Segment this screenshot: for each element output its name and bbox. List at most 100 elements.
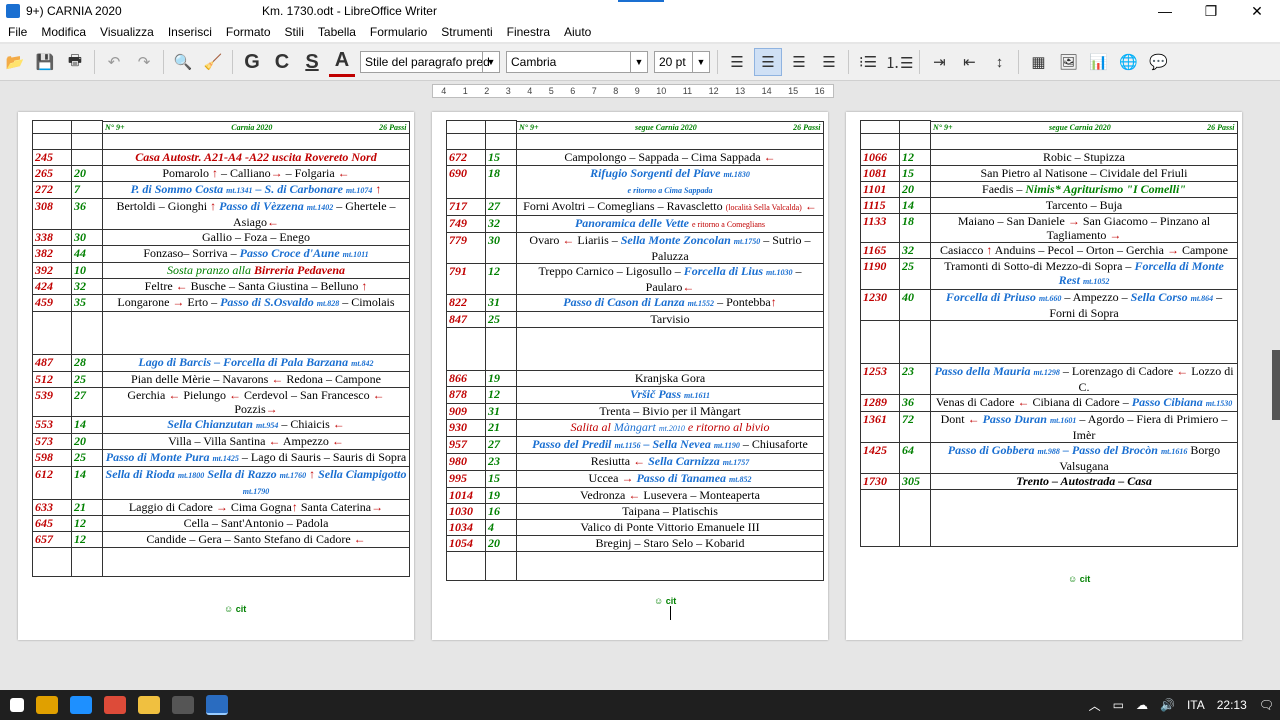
cumulative-km-cell[interactable] — [860, 319, 900, 364]
route-description-cell[interactable] — [102, 132, 410, 150]
cumulative-km-cell[interactable]: 980 — [446, 452, 486, 471]
cumulative-km-cell[interactable]: 272 — [32, 180, 72, 199]
cumulative-km-cell[interactable]: 1030 — [446, 502, 486, 520]
route-description-cell[interactable]: Valico di Ponte Vittorio Emanuele III — [516, 518, 824, 536]
segment-km-cell[interactable]: 36 — [899, 393, 931, 412]
numbered-list-icon[interactable]: ⒈☰ — [885, 49, 913, 75]
maximize-button[interactable]: ❐ — [1188, 0, 1234, 22]
comment-icon[interactable]: 💬 — [1145, 49, 1171, 75]
segment-km-cell[interactable]: 31 — [485, 293, 517, 312]
segment-km-cell[interactable]: 16 — [485, 502, 517, 520]
minimize-button[interactable]: — — [1142, 0, 1188, 22]
route-description-cell[interactable]: Trento – Autostrada – Casa — [930, 472, 1238, 490]
menu-formulario[interactable]: Formulario — [370, 25, 427, 39]
segment-km-cell[interactable]: 27 — [485, 197, 517, 216]
table-row[interactable]: 822 31 Passo di Cason di Lanza mt.1552 – P… — [446, 293, 824, 312]
table-row[interactable]: 1066 12 Robic – Stupizza — [860, 148, 1238, 166]
cumulative-km-cell[interactable]: 1066 — [860, 148, 900, 166]
cumulative-km-cell[interactable]: 512 — [32, 370, 72, 388]
paragraph-style-select[interactable]: Stile del paragrafo pred ▼ — [360, 51, 500, 73]
volume-icon[interactable]: 🔊 — [1160, 698, 1175, 712]
segment-km-cell[interactable]: 15 — [899, 164, 931, 182]
table-row[interactable]: 717 27 Forni Avoltri – Comeglians – Ravasc… — [446, 197, 824, 216]
segment-km-cell[interactable]: 30 — [71, 228, 103, 246]
table-row[interactable]: 957 27 Passo del Predil mt.1156 – Sella Ne… — [446, 435, 824, 454]
segment-km-cell[interactable]: 20 — [899, 180, 931, 198]
segment-km-cell[interactable]: 30 — [485, 231, 517, 264]
segment-km-cell[interactable]: 7 — [71, 180, 103, 199]
cumulative-km-cell[interactable]: 487 — [32, 353, 72, 372]
cumulative-km-cell[interactable]: 1081 — [860, 164, 900, 182]
route-description-cell[interactable] — [930, 488, 1238, 547]
table-row[interactable]: 338 30 Gallio – Foza – Enego — [32, 228, 410, 246]
align-right-icon[interactable]: ☰ — [786, 49, 812, 75]
menu-strumenti[interactable]: Strumenti — [441, 25, 492, 39]
notification-icon[interactable]: 🗨 — [1259, 698, 1274, 712]
cumulative-km-cell[interactable]: 957 — [446, 435, 486, 454]
segment-km-cell[interactable]: 20 — [71, 164, 103, 182]
segment-km-cell[interactable]: 14 — [899, 196, 931, 214]
route-description-cell[interactable]: Sosta pranzo alla Birreria Pedavena — [102, 261, 410, 279]
print-icon[interactable]: 🖶 — [62, 49, 88, 75]
route-description-cell[interactable] — [102, 310, 410, 355]
route-description-cell[interactable]: Dont ← Passo Duran mt.1601 – Agordo – Fi… — [930, 410, 1238, 443]
table-row[interactable]: 645 12 Cella – Sant'Antonio – Padola — [32, 514, 410, 532]
align-left-icon[interactable]: ☰ — [724, 49, 750, 75]
segment-km-cell[interactable]: 12 — [485, 385, 517, 404]
route-description-cell[interactable] — [930, 132, 1238, 150]
cumulative-km-cell[interactable]: 308 — [32, 197, 72, 230]
segment-km-cell[interactable]: 15 — [485, 469, 517, 488]
table-row[interactable]: 1054 20 Breginj – Staro Selo – Kobarid — [446, 534, 824, 552]
cloud-icon[interactable]: ☁ — [1136, 698, 1148, 712]
route-description-cell[interactable]: Tramonti di Sotto-di Mezzo-di Sopra – Fo… — [930, 257, 1238, 290]
segment-km-cell[interactable]: 19 — [485, 486, 517, 504]
segment-km-cell[interactable]: 31 — [485, 402, 517, 420]
horizontal-ruler[interactable]: 4 1 2 3 4 5 6 7 8 9 10 11 12 13 14 15 16 — [432, 84, 834, 98]
segment-km-cell[interactable]: 44 — [71, 244, 103, 263]
cumulative-km-cell[interactable]: 598 — [32, 448, 72, 467]
table-row[interactable]: 308 36 Bertoldi – Gionghi ↑ Passo di Vèzze… — [32, 197, 410, 230]
route-description-cell[interactable]: Sella di Rioda mt.1800 Sella di Razzo mt… — [102, 465, 410, 500]
route-description-cell[interactable]: Casiacco ↑ Anduins – Pecol – Orton – Ger… — [930, 241, 1238, 259]
segment-km-cell[interactable]: 12 — [71, 514, 103, 532]
segment-km-cell[interactable]: 19 — [485, 369, 517, 387]
segment-km-cell[interactable]: 18 — [899, 212, 931, 243]
cumulative-km-cell[interactable]: 1115 — [860, 196, 900, 214]
route-description-cell[interactable]: Passo del Predil mt.1156 – Sella Nevea m… — [516, 435, 824, 454]
route-description-cell[interactable]: Cella – Sant'Antonio – Padola — [102, 514, 410, 532]
cumulative-km-cell[interactable]: 672 — [446, 148, 486, 166]
table-row[interactable]: 553 14 Sella Chianzutan mt.954 – Chiaicis … — [32, 415, 410, 434]
network-icon[interactable]: ▭ — [1113, 698, 1124, 712]
close-button[interactable]: ✕ — [1234, 0, 1280, 22]
chevron-down-icon[interactable]: ▼ — [692, 52, 709, 72]
table-row[interactable]: 1030 16 Taipana – Platischis — [446, 502, 824, 520]
route-description-cell[interactable]: Bertoldi – Gionghi ↑ Passo di Vèzzena mt… — [102, 197, 410, 230]
segment-km-cell[interactable] — [485, 132, 517, 150]
table-row[interactable]: 779 30 Ovaro ← Liariis – Sella Monte Zonco… — [446, 231, 824, 264]
media-app-icon[interactable] — [172, 696, 194, 714]
edge-browser-icon[interactable] — [70, 696, 92, 714]
table-row[interactable]: 598 25 Passo di Monte Pura mt.1425 – Lago … — [32, 448, 410, 467]
segment-km-cell[interactable]: 40 — [899, 288, 931, 321]
table-row[interactable] — [32, 310, 410, 355]
segment-km-cell[interactable] — [899, 319, 931, 364]
save-icon[interactable]: 💾 — [32, 49, 58, 75]
cumulative-km-cell[interactable]: 847 — [446, 310, 486, 328]
italic-button[interactable]: C — [269, 49, 295, 75]
route-description-cell[interactable]: Villa – Villa Santina ← Ampezzo ← — [102, 432, 410, 450]
cumulative-km-cell[interactable]: 573 — [32, 432, 72, 450]
segment-km-cell[interactable] — [71, 546, 103, 577]
segment-km-cell[interactable]: 23 — [899, 362, 931, 395]
insert-table-icon[interactable]: ▦ — [1025, 49, 1051, 75]
route-description-cell[interactable]: Lago di Barcis – Forcella di Pala Barzan… — [102, 353, 410, 372]
table-row[interactable]: 690 18 Rifugio Sorgenti del Piave mt.1830 e… — [446, 164, 824, 199]
route-description-cell[interactable]: Forni Avoltri – Comeglians – Ravascletto… — [516, 197, 824, 216]
chevron-down-icon[interactable]: ▼ — [630, 52, 647, 72]
segment-km-cell[interactable]: 15 — [485, 148, 517, 166]
route-description-cell[interactable] — [930, 319, 1238, 364]
table-row[interactable]: 930 21 Salita al Màngart mt.2010 e ritorno… — [446, 418, 824, 437]
document-page-1[interactable]: N° 9+ Carnia 2020 26 Passi 245 Casa Autostr.… — [18, 112, 414, 640]
table-row[interactable]: 1253 23 Passo della Mauria mt.1298 – Loren… — [860, 362, 1238, 395]
cumulative-km-cell[interactable] — [32, 132, 72, 150]
chevron-up-icon[interactable]: ︿ — [1089, 697, 1101, 714]
